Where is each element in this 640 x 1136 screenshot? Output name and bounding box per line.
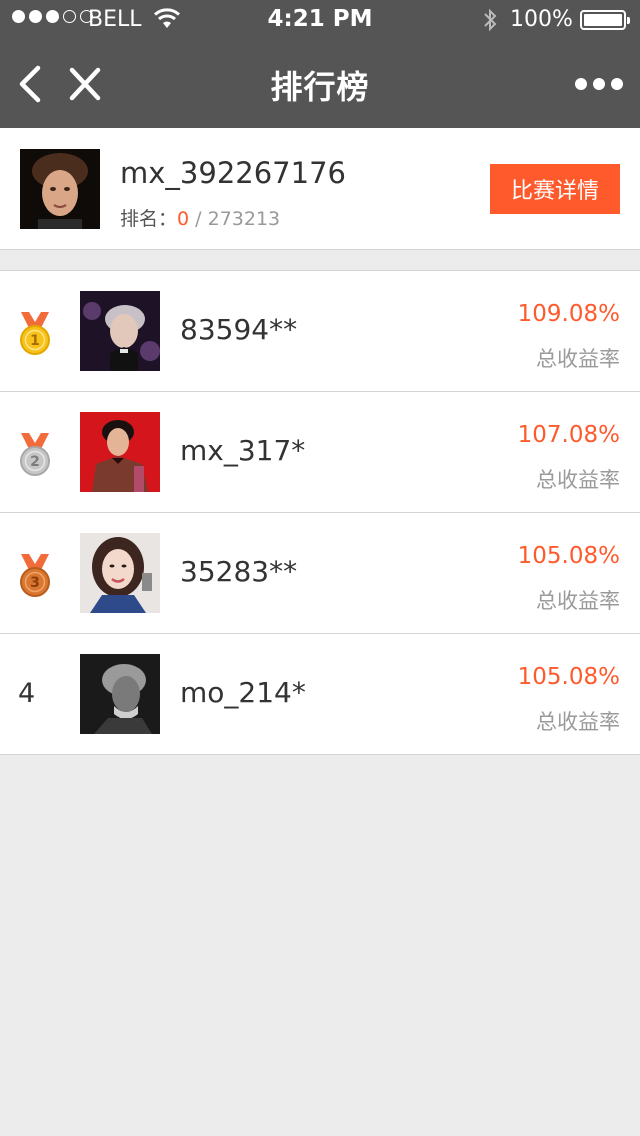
rank-number: 4 <box>18 678 36 709</box>
player-name: mo_214* <box>180 676 306 709</box>
return-rate-label: 总收益率 <box>536 347 620 371</box>
list-item[interactable]: 1 83594** 109.08% 总收益率 <box>0 271 640 392</box>
page-title: 排行榜 <box>270 68 370 106</box>
rank-value: 0 <box>177 208 190 230</box>
user-rank: 排名：0 / 273213 <box>120 204 280 231</box>
return-rate-label: 总收益率 <box>536 468 620 492</box>
list-item[interactable]: 3 35283** 105.08% 总收益率 <box>0 513 640 634</box>
gold-medal-icon: 1 <box>20 312 50 355</box>
status-bar: BELL 4:21 PM 100% <box>0 0 640 40</box>
battery-percent: 100% <box>510 7 573 32</box>
match-details-button[interactable]: 比赛详情 <box>490 164 620 214</box>
return-rate: 107.08% <box>517 422 620 448</box>
silver-medal-icon: 2 <box>20 433 50 476</box>
battery-icon <box>580 10 630 30</box>
avatar <box>80 412 160 492</box>
return-rate: 105.08% <box>517 543 620 569</box>
return-rate-label: 总收益率 <box>536 710 620 734</box>
avatar <box>80 533 160 613</box>
bluetooth-icon <box>484 8 497 32</box>
medal-rank: 3 <box>30 575 40 591</box>
rank-separator: / <box>195 208 202 230</box>
return-rate: 105.08% <box>517 664 620 690</box>
rank-label: 排名： <box>120 208 178 230</box>
bronze-medal-icon: 3 <box>20 554 50 597</box>
list-item[interactable]: 4 mo_214* 105.08% 总收益率 <box>0 634 640 755</box>
username: mx_392267176 <box>120 156 346 190</box>
more-icon[interactable] <box>574 74 624 94</box>
avatar <box>20 149 100 229</box>
medal-rank: 1 <box>30 333 40 349</box>
user-profile: mx_392267176 排名：0 / 273213 比赛详情 <box>0 128 640 250</box>
avatar <box>80 654 160 734</box>
list-item[interactable]: 2 mx_317* 107.08% 总收益率 <box>0 392 640 513</box>
rank-total: 273213 <box>207 208 281 230</box>
avatar <box>80 291 160 371</box>
player-name: 35283** <box>180 555 298 588</box>
return-rate: 109.08% <box>517 301 620 327</box>
return-rate-label: 总收益率 <box>536 589 620 613</box>
player-name: mx_317* <box>180 434 306 467</box>
medal-rank: 2 <box>30 454 40 470</box>
top-bar: BELL 4:21 PM 100% 排行榜 <box>0 0 640 128</box>
player-name: 83594** <box>180 313 298 346</box>
leaderboard-list: 1 83594** 109.08% 总收益率 2 mx_317* 107.08%… <box>0 270 640 755</box>
